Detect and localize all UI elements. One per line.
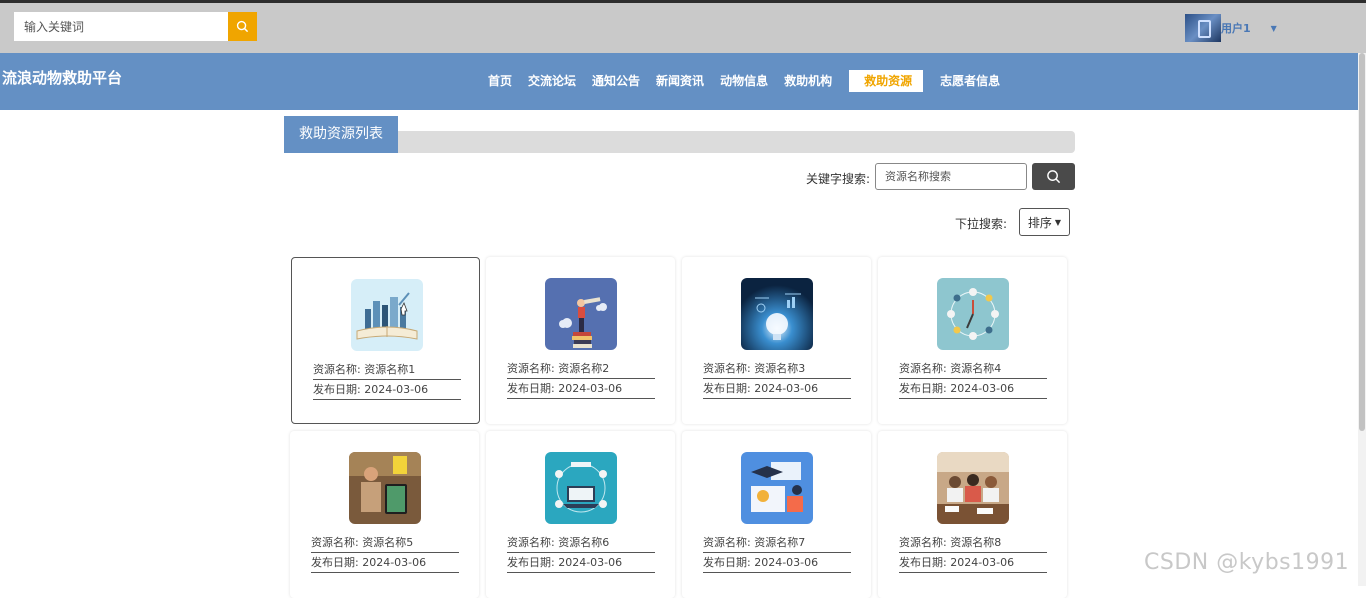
resource-date-value: 2024-03-06 bbox=[754, 382, 819, 395]
resource-card[interactable]: 资源名称: 资源名称6 发布日期: 2024-03-06 bbox=[486, 431, 675, 598]
resource-date-label: 发布日期: bbox=[507, 556, 555, 569]
resource-date-value: 2024-03-06 bbox=[950, 382, 1015, 395]
resource-date-label: 发布日期: bbox=[313, 383, 361, 396]
resource-name: 资源名称: 资源名称8 bbox=[899, 535, 1047, 553]
resource-date-label: 发布日期: bbox=[703, 382, 751, 395]
scrollbar-thumb[interactable] bbox=[1359, 53, 1365, 431]
resource-date-value: 2024-03-06 bbox=[558, 556, 623, 569]
resource-card[interactable]: 资源名称: 资源名称7 发布日期: 2024-03-06 bbox=[682, 431, 871, 598]
section-header-bar bbox=[284, 131, 1075, 153]
site-brand[interactable]: 流浪动物救助平台 bbox=[2, 67, 122, 88]
caret-down-icon: ▼ bbox=[1054, 217, 1062, 227]
top-search-button[interactable] bbox=[228, 12, 257, 41]
resource-date-label: 发布日期: bbox=[311, 556, 359, 569]
nav-item-animals[interactable]: 动物信息 bbox=[712, 70, 776, 92]
resource-name-label: 资源名称: bbox=[703, 362, 751, 375]
resource-date-label: 发布日期: bbox=[507, 382, 555, 395]
resource-name-value: 资源名称4 bbox=[950, 362, 1002, 375]
resource-date-label: 发布日期: bbox=[899, 556, 947, 569]
main-navbar: 流浪动物救助平台 首页 交流论坛 通知公告 新闻资讯 动物信息 救助机构 救助资… bbox=[0, 53, 1358, 110]
resource-name-label: 资源名称: bbox=[507, 362, 555, 375]
section-header: 救助资源列表 bbox=[284, 116, 1075, 153]
resource-date-value: 2024-03-06 bbox=[754, 556, 819, 569]
resource-name-value: 资源名称7 bbox=[754, 536, 806, 549]
nav-item-notices[interactable]: 通知公告 bbox=[584, 70, 648, 92]
sort-dropdown[interactable]: 排序 ▼ bbox=[1019, 208, 1070, 236]
top-search bbox=[14, 12, 257, 41]
resource-card[interactable]: 资源名称: 资源名称1 发布日期: 2024-03-06 bbox=[291, 257, 480, 424]
nav-item-resources[interactable]: 救助资源 bbox=[849, 70, 924, 92]
top-bar: 用户1 ▼ bbox=[0, 0, 1366, 53]
resource-name-value: 资源名称2 bbox=[558, 362, 610, 375]
search-icon bbox=[1047, 170, 1061, 184]
resource-name: 资源名称: 资源名称5 bbox=[311, 535, 459, 553]
nav-item-news[interactable]: 新闻资讯 bbox=[648, 70, 712, 92]
resource-date: 发布日期: 2024-03-06 bbox=[899, 555, 1047, 573]
page-scrollbar[interactable] bbox=[1358, 53, 1366, 586]
lightbulb-image[interactable] bbox=[741, 278, 813, 350]
laptop-education-image[interactable] bbox=[545, 452, 617, 524]
resource-date: 发布日期: 2024-03-06 bbox=[313, 382, 461, 400]
nav-item-forum[interactable]: 交流论坛 bbox=[520, 70, 584, 92]
classroom-tablet-image[interactable] bbox=[349, 452, 421, 524]
resource-card[interactable]: 资源名称: 资源名称5 发布日期: 2024-03-06 bbox=[290, 431, 479, 598]
resource-date-value: 2024-03-06 bbox=[362, 556, 427, 569]
keyword-search-label: 关键字搜索: bbox=[806, 172, 871, 186]
graduation-study-image[interactable] bbox=[741, 452, 813, 524]
resource-name-value: 资源名称5 bbox=[362, 536, 414, 549]
resource-name-label: 资源名称: bbox=[703, 536, 751, 549]
dropdown-search-label: 下拉搜索: bbox=[955, 217, 1008, 231]
keyword-search-button[interactable] bbox=[1032, 163, 1075, 190]
telescope-books-image[interactable] bbox=[545, 278, 617, 350]
user-menu[interactable]: 用户1 ▼ bbox=[1185, 14, 1277, 42]
nav-item-home[interactable]: 首页 bbox=[480, 70, 520, 92]
resource-date-label: 发布日期: bbox=[703, 556, 751, 569]
nav-item-volunteers[interactable]: 志愿者信息 bbox=[932, 70, 1008, 92]
resource-date-value: 2024-03-06 bbox=[950, 556, 1015, 569]
resource-name-value: 资源名称1 bbox=[364, 363, 416, 376]
resource-date: 发布日期: 2024-03-06 bbox=[703, 555, 851, 573]
resource-card[interactable]: 资源名称: 资源名称2 发布日期: 2024-03-06 bbox=[486, 257, 675, 424]
search-icon bbox=[236, 20, 249, 33]
resource-name: 资源名称: 资源名称3 bbox=[703, 361, 851, 379]
chevron-down-icon[interactable]: ▼ bbox=[1271, 24, 1277, 33]
resource-date-value: 2024-03-06 bbox=[558, 382, 623, 395]
resource-date: 发布日期: 2024-03-06 bbox=[311, 555, 459, 573]
resource-name-label: 资源名称: bbox=[899, 362, 947, 375]
clock-icons-image[interactable] bbox=[937, 278, 1009, 350]
resource-name-label: 资源名称: bbox=[507, 536, 555, 549]
resource-date-value: 2024-03-06 bbox=[364, 383, 429, 396]
resource-name: 资源名称: 资源名称4 bbox=[899, 361, 1047, 379]
resource-name-label: 资源名称: bbox=[311, 536, 359, 549]
resource-name-value: 资源名称3 bbox=[754, 362, 806, 375]
resource-name: 资源名称: 资源名称1 bbox=[313, 362, 461, 380]
resource-name-value: 资源名称8 bbox=[950, 536, 1002, 549]
resource-card[interactable]: 资源名称: 资源名称8 发布日期: 2024-03-06 bbox=[878, 431, 1067, 598]
students-exam-image[interactable] bbox=[937, 452, 1009, 524]
keyword-search-input[interactable] bbox=[875, 163, 1027, 190]
resource-name-value: 资源名称6 bbox=[558, 536, 610, 549]
watermark: CSDN @kybs1991 bbox=[1144, 550, 1350, 575]
page-title: 救助资源列表 bbox=[284, 116, 398, 153]
resource-name: 资源名称: 资源名称2 bbox=[507, 361, 655, 379]
book-city-image[interactable] bbox=[351, 279, 423, 351]
resource-date: 发布日期: 2024-03-06 bbox=[507, 381, 655, 399]
user-name[interactable]: 用户1 bbox=[1221, 20, 1251, 36]
resource-card[interactable]: 资源名称: 资源名称4 发布日期: 2024-03-06 bbox=[878, 257, 1067, 424]
resource-name: 资源名称: 资源名称6 bbox=[507, 535, 655, 553]
sort-dropdown-label: 排序 bbox=[1027, 215, 1052, 230]
resource-date: 发布日期: 2024-03-06 bbox=[507, 555, 655, 573]
top-search-input[interactable] bbox=[14, 12, 228, 41]
resource-name-label: 资源名称: bbox=[899, 536, 947, 549]
resource-name-label: 资源名称: bbox=[313, 363, 361, 376]
avatar[interactable] bbox=[1185, 14, 1221, 42]
nav-menu: 首页 交流论坛 通知公告 新闻资讯 动物信息 救助机构 救助资源 志愿者信息 bbox=[480, 70, 1008, 92]
resource-name: 资源名称: 资源名称7 bbox=[703, 535, 851, 553]
resource-date-label: 发布日期: bbox=[899, 382, 947, 395]
resource-card[interactable]: 资源名称: 资源名称3 发布日期: 2024-03-06 bbox=[682, 257, 871, 424]
nav-item-organizations[interactable]: 救助机构 bbox=[776, 70, 840, 92]
resource-date: 发布日期: 2024-03-06 bbox=[899, 381, 1047, 399]
resource-date: 发布日期: 2024-03-06 bbox=[703, 381, 851, 399]
